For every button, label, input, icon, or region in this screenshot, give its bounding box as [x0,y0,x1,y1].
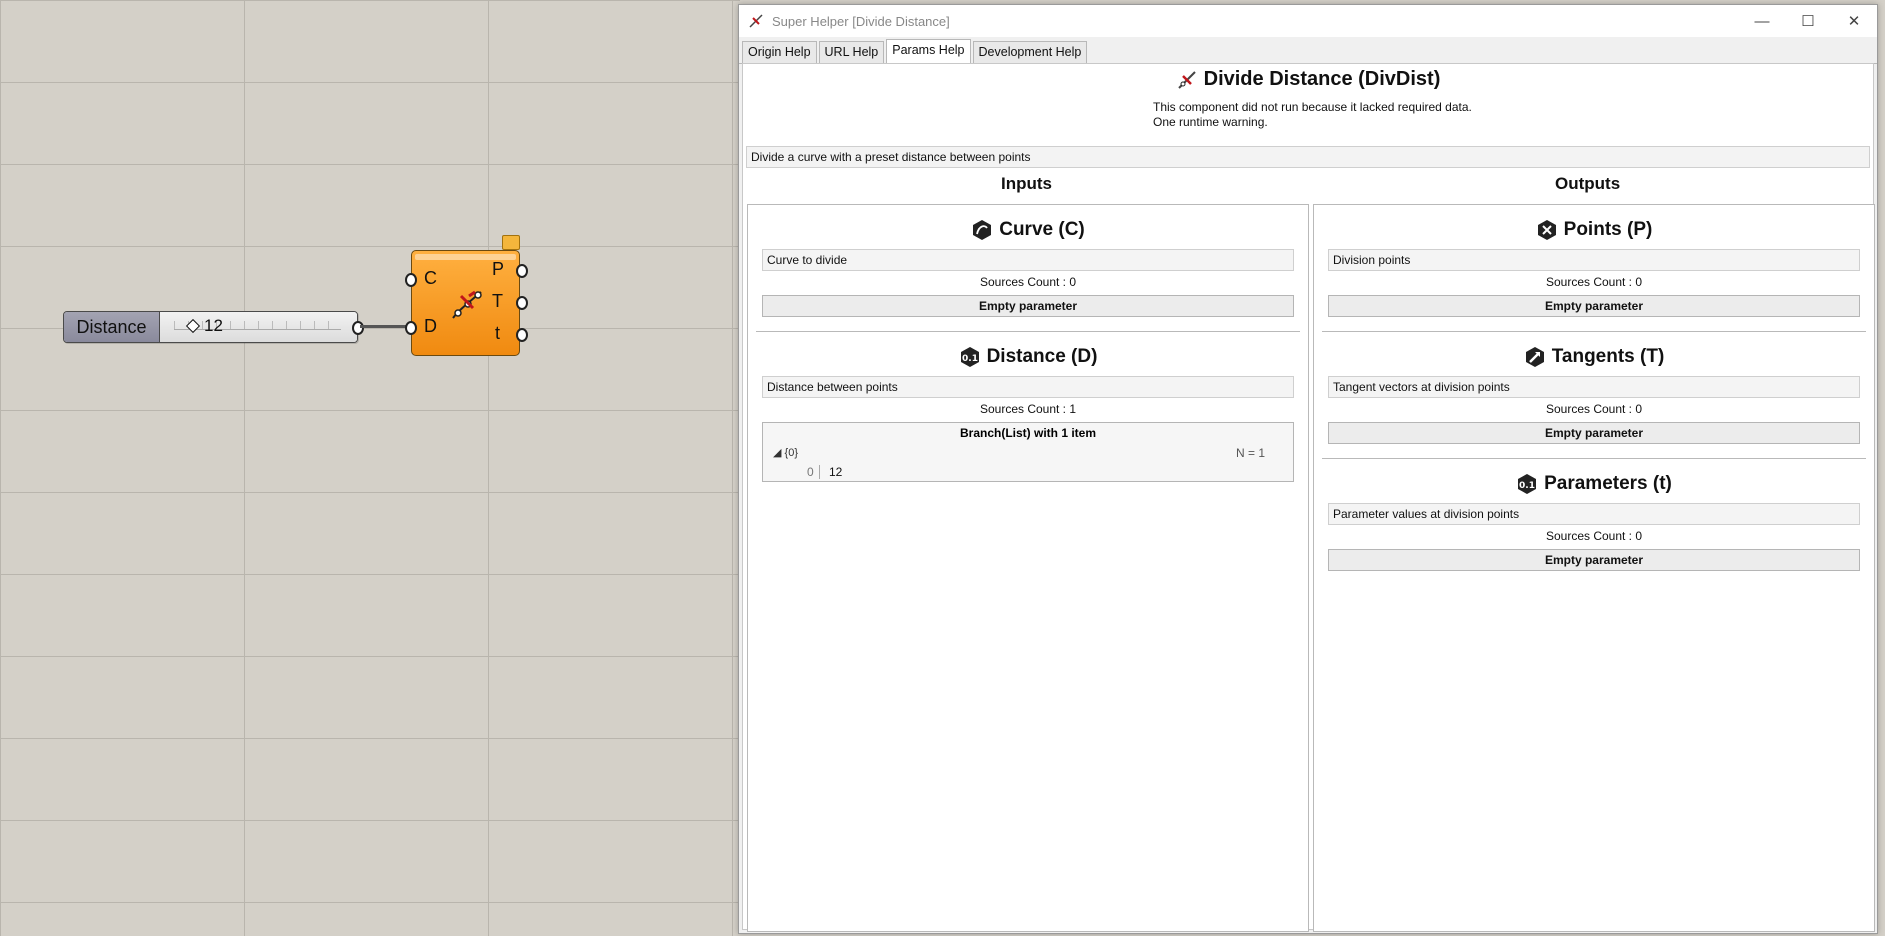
slider-rail[interactable]: 12 [160,312,357,342]
slider-value-display: 12 [185,316,223,336]
tree-branch[interactable]: ◢ {0} [773,446,798,459]
param-sources-count: Sources Count : 0 [1545,529,1643,543]
input-param-distance: 0.1 Distance (D) Distance between points… [748,332,1308,482]
slider-name-label: Distance [64,312,160,342]
divide-distance-icon [749,14,763,28]
slider-value: 12 [204,316,223,335]
branch-path: {0} [784,447,798,459]
empty-parameter-label: Empty parameter [1328,549,1860,571]
grasshopper-canvas[interactable]: Distance 12 C D P T t [0,0,740,936]
param-sources-count: Sources Count : 0 [979,275,1077,289]
empty-parameter-label: Empty parameter [1328,422,1860,444]
param-sources-count: Sources Count : 0 [1545,275,1643,289]
output-port-p[interactable] [516,264,528,278]
param-title: Tangents (T) [1314,332,1874,372]
empty-parameter-label: Empty parameter [1328,295,1860,317]
param-title-text: Curve (C) [999,219,1085,240]
input-label-d: D [424,316,437,336]
param-description: Curve to divide [762,249,1294,271]
output-label-t-upper: T [492,291,503,311]
wire-distance [360,325,410,328]
param-sources-count: Sources Count : 0 [1545,402,1643,416]
slider-output-port[interactable] [352,321,364,335]
output-param-parameters: 0.1 Parameters (t) Parameter values at d… [1314,459,1874,571]
param-title-text: Parameters (t) [1544,473,1672,494]
window-titlebar[interactable]: Super Helper [Divide Distance] — ☐ ✕ [739,5,1877,37]
tab-origin-help[interactable]: Origin Help [742,41,817,63]
output-param-tangents: Tangents (T) Tangent vectors at division… [1314,332,1874,459]
output-param-points: Points (P) Division points Sources Count… [1314,205,1874,332]
runtime-note-1: This component did not run because it la… [1153,99,1472,114]
param-description: Tangent vectors at division points [1328,376,1860,398]
param-description: Distance between points [762,376,1294,398]
tree-header: Branch(List) with 1 item [959,426,1096,440]
empty-parameter-label: Empty parameter [762,295,1294,317]
item-value: 12 [829,465,843,479]
item-index: 0 [807,465,820,479]
tab-params-help[interactable]: Params Help [886,39,971,64]
runtime-notes: This component did not run because it la… [1153,100,1873,130]
param-title-text: Tangents (T) [1551,346,1665,367]
input-port-c[interactable] [405,273,417,287]
output-port-t[interactable] [516,296,528,310]
param-title: Curve (C) [748,205,1308,245]
vector-param-icon [1525,347,1544,367]
param-sources-count: Sources Count : 1 [979,402,1077,416]
output-port-t-param[interactable] [516,328,528,342]
params-help-content: Divide Distance (DivDist) This component… [742,63,1875,932]
branch-count: N = 1 [1235,446,1265,460]
close-button[interactable]: ✕ [1831,5,1877,37]
output-label-t-lower: t [495,323,501,343]
runtime-note-2: One runtime warning. [1153,114,1268,129]
output-label-p: P [492,259,505,279]
input-param-curve: Curve (C) Curve to divide Sources Count … [748,205,1308,332]
tab-development-help[interactable]: Development Help [972,41,1088,63]
super-helper-window: Super Helper [Divide Distance] — ☐ ✕ Ori… [738,4,1878,934]
input-port-d[interactable] [405,321,417,335]
param-description: Division points [1328,249,1860,271]
divide-distance-icon [1177,70,1196,89]
param-title: Points (P) [1314,205,1874,245]
svg-text:0.1: 0.1 [962,354,978,364]
component-description: Divide a curve with a preset distance be… [746,146,1870,168]
maximize-button[interactable]: ☐ [1785,5,1831,37]
component-title-text: Divide Distance (DivDist) [1203,68,1441,90]
tab-url-help[interactable]: URL Help [818,41,885,63]
param-title-text: Points (P) [1563,219,1653,240]
point-param-icon [1537,220,1556,240]
divide-distance-component[interactable]: C D P T t [411,250,520,356]
param-title-text: Distance (D) [986,346,1098,367]
number-param-icon: 0.1 [1518,474,1537,494]
svg-text:0.1: 0.1 [1519,481,1535,491]
window-title: Super Helper [Divide Distance] [772,13,950,29]
input-label-c: C [424,268,437,288]
warning-flag-icon [502,235,520,250]
inputs-heading: Inputs [1001,174,1052,193]
param-title: 0.1 Distance (D) [748,332,1308,372]
inputs-panel: Curve (C) Curve to divide Sources Count … [747,204,1309,932]
number-slider[interactable]: Distance 12 [63,311,358,343]
tab-bar: Origin Help URL Help Params Help Develop… [739,39,1877,64]
divide-distance-icon [452,290,482,319]
param-title: 0.1 Parameters (t) [1314,459,1874,499]
outputs-heading: Outputs [1555,174,1621,193]
minimize-button[interactable]: — [1739,5,1785,37]
data-tree-viewer[interactable]: Branch(List) with 1 item ◢ {0} N = 1 0 1… [762,422,1294,482]
expand-triangle-icon[interactable]: ◢ [773,447,781,459]
slider-handle-diamond-icon[interactable] [185,318,201,334]
component-title: Divide Distance (DivDist) [1176,68,1441,91]
curve-param-icon [973,220,992,240]
number-param-icon: 0.1 [960,347,979,367]
outputs-panel: Points (P) Division points Sources Count… [1313,204,1875,932]
component-header: Divide Distance (DivDist) This component… [743,64,1873,146]
param-description: Parameter values at division points [1328,503,1860,525]
